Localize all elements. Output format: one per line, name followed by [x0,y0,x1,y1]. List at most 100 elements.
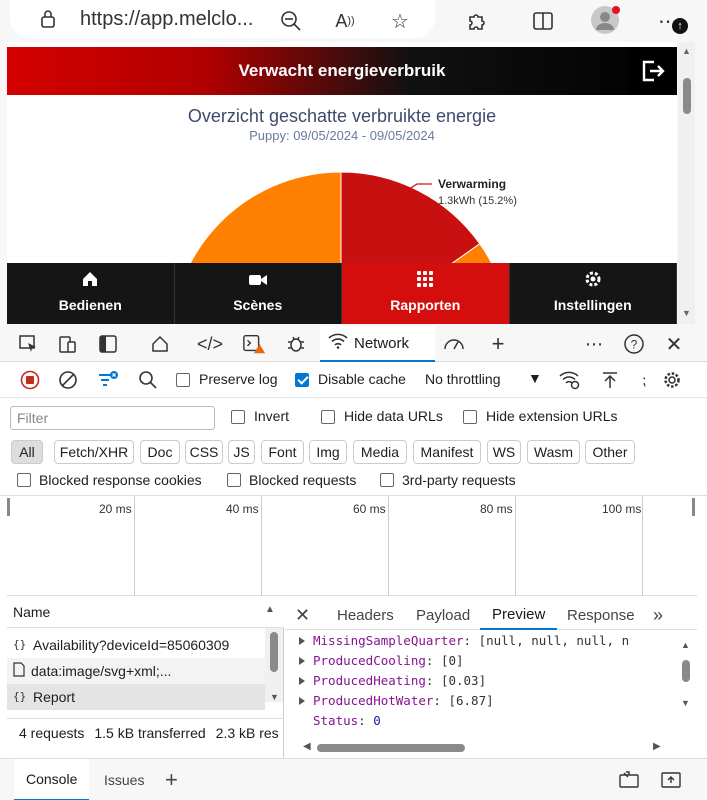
request-row[interactable]: {} Availability?deviceId=85060309 [7,632,265,658]
overflow-icon[interactable]: ⁏ [632,368,656,392]
preview-hscroll-thumb[interactable] [317,744,465,752]
filter-input[interactable]: Filter [10,406,215,430]
import-har-icon[interactable] [598,368,622,392]
clear-icon[interactable] [56,368,80,392]
disable-cache-checkbox[interactable] [295,373,309,387]
blocked-response-cookies-checkbox[interactable] [17,473,31,487]
page-scroll-thumb[interactable] [683,78,691,114]
request-row[interactable]: data:image/svg+xml;... [7,658,265,684]
json-line[interactable]: ProducedCooling: [0] [299,651,464,671]
type-filter-wasm[interactable]: Wasm [527,440,580,464]
tab-response[interactable]: Response [567,600,635,630]
type-filter-js[interactable]: JS [228,440,255,464]
network-conditions-icon[interactable] [558,368,582,392]
chevron-down-icon[interactable]: ▼ [528,370,542,386]
json-line[interactable]: ProducedHotWater: [6.87] [299,691,494,711]
record-stop-icon[interactable] [18,368,42,392]
tab-console[interactable]: Console [14,759,90,800]
third-party-requests-checkbox[interactable] [380,473,394,487]
read-aloud-icon[interactable]: A)) [332,8,358,34]
request-list-scrollbar[interactable]: ▼ [265,628,283,702]
type-filter-other[interactable]: Other [585,440,635,464]
type-filter-fetch-xhr[interactable]: Fetch/XHR [54,440,134,464]
scroll-up-icon[interactable]: ▲ [681,640,690,650]
type-filter-img[interactable]: Img [309,440,347,464]
network-settings-gear-icon[interactable] [660,368,684,392]
expand-triangle-icon[interactable] [299,637,305,645]
throttling-select[interactable]: No throttling [425,371,500,387]
help-icon[interactable]: ? [622,332,646,356]
type-filter-css[interactable]: CSS [185,440,223,464]
hide-extension-urls-checkbox[interactable] [463,410,477,424]
performance-gauge-icon[interactable] [442,332,466,356]
expand-triangle-icon[interactable] [299,697,305,705]
debugger-bug-icon[interactable] [284,332,308,356]
address-bar[interactable]: https://app.melclo... [10,0,435,38]
sort-up-icon[interactable]: ▲ [265,604,275,615]
expand-triangle-icon[interactable] [299,677,305,685]
profile-avatar[interactable] [590,5,620,35]
json-line[interactable]: ProducedHeating: [0.03] [299,671,486,691]
device-emulation-icon[interactable] [56,332,80,356]
console-warning-icon[interactable] [242,332,266,356]
filter-icon[interactable] [96,368,120,392]
preview-horizontal-scrollbar[interactable]: ◀ ▶ [303,741,663,755]
blocked-requests-checkbox[interactable] [227,473,241,487]
welcome-home-icon[interactable] [148,332,172,356]
json-line[interactable]: MissingSampleQuarter: [null, null, null,… [299,631,629,651]
type-filter-all[interactable]: All [11,440,43,464]
type-filter-ws[interactable]: WS [487,440,521,464]
dock-side-icon[interactable] [96,332,120,356]
update-arrow-icon[interactable]: ↑ [672,18,688,34]
zoom-out-icon[interactable] [278,8,304,34]
tab-issues[interactable]: Issues [104,759,144,800]
nav-item-scenes[interactable]: Scènes [174,263,342,324]
add-tab-icon[interactable]: + [486,331,510,356]
name-column-header[interactable]: Name ▲ [7,596,284,628]
scroll-right-icon[interactable]: ▶ [653,741,661,752]
type-filter-manifest[interactable]: Manifest [413,440,481,464]
expand-triangle-icon[interactable] [299,657,305,665]
invert-checkbox[interactable] [231,410,245,424]
logout-button[interactable] [629,47,677,95]
more-tools-icon[interactable]: ⋯ [582,332,606,356]
lock-icon[interactable] [40,9,56,34]
nav-item-rapporten[interactable]: Rapporten [342,263,510,324]
split-screen-icon[interactable] [530,8,556,34]
scroll-left-icon[interactable]: ◀ [303,741,311,752]
page-scrollbar[interactable]: ▲ ▼ [678,42,695,324]
scroll-up-icon[interactable]: ▲ [682,46,691,56]
tab-payload[interactable]: Payload [416,600,470,630]
tab-preview[interactable]: Preview [480,600,558,630]
url-text[interactable]: https://app.melclo... [80,8,253,31]
scroll-down-icon[interactable]: ▼ [270,692,279,702]
close-devtools-icon[interactable]: ✕ [662,332,686,356]
tab-network[interactable]: Network [320,326,435,362]
hide-data-urls-checkbox[interactable] [321,410,335,424]
timeline-left-handle[interactable] [7,498,10,516]
scroll-down-icon[interactable]: ▼ [682,308,691,318]
json-line[interactable]: Status: 0 [313,711,381,731]
tab-headers[interactable]: Headers [337,600,394,630]
search-icon[interactable] [136,368,160,392]
type-filter-media[interactable]: Media [353,440,407,464]
timeline-right-handle[interactable] [692,498,695,516]
favorite-star-icon[interactable]: ☆ [387,8,413,34]
extensions-icon[interactable] [463,8,489,34]
request-row[interactable]: {} Report [7,684,265,710]
scroll-down-icon[interactable]: ▼ [681,698,690,708]
close-detail-icon[interactable]: ✕ [295,600,310,630]
type-filter-doc[interactable]: Doc [140,440,180,464]
inspect-element-icon[interactable] [16,332,40,356]
add-drawer-tab-icon[interactable]: + [165,759,178,800]
preview-vertical-scrollbar[interactable]: ▲ ▼ [678,632,695,742]
more-tabs-chevron-icon[interactable]: » [653,600,663,630]
preview-vscroll-thumb[interactable] [682,660,690,682]
preserve-log-checkbox[interactable] [176,373,190,387]
elements-code-icon[interactable]: </> [197,332,223,356]
request-list-scroll-thumb[interactable] [270,632,278,672]
nav-item-bedienen[interactable]: Bedienen [7,263,175,324]
network-timeline[interactable]: 20 ms 40 ms 60 ms 80 ms 100 ms [7,496,697,596]
expand-drawer-icon[interactable] [660,759,682,800]
type-filter-font[interactable]: Font [261,440,304,464]
